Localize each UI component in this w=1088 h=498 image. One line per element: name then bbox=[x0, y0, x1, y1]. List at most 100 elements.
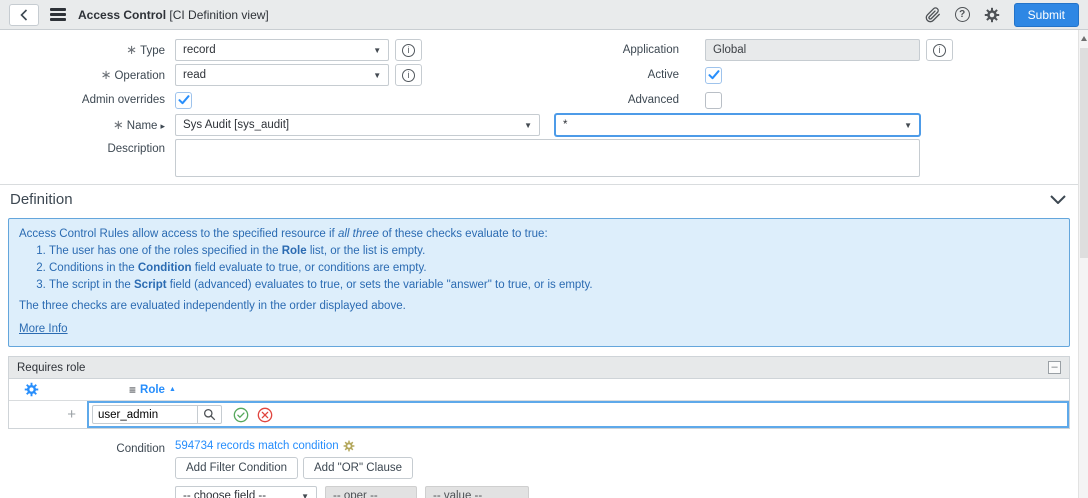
help-button[interactable]: ? bbox=[955, 7, 970, 22]
info-item-role: The user has one of the roles specified … bbox=[49, 244, 1059, 259]
name-field-select[interactable]: * ▼ bbox=[555, 114, 920, 136]
row-description: Description bbox=[0, 139, 1078, 177]
row-type-application: ∗Type record ▼ i Application i bbox=[0, 39, 1078, 61]
condition-label: Condition bbox=[0, 440, 175, 455]
chevron-down-icon: ▼ bbox=[301, 492, 309, 498]
requires-role-title: Requires role bbox=[17, 362, 85, 374]
chevron-down-icon: ▼ bbox=[373, 46, 381, 55]
type-select-value: record bbox=[183, 44, 216, 56]
records-match-link[interactable]: 594734 records match condition bbox=[175, 440, 339, 452]
name-field-value: * bbox=[563, 119, 567, 131]
personalize-form-button[interactable] bbox=[984, 7, 1000, 23]
collapse-list-button[interactable]: – bbox=[1048, 361, 1061, 374]
chevron-down-icon: ▼ bbox=[373, 71, 381, 80]
definition-section-title: Definition bbox=[10, 191, 73, 208]
type-select[interactable]: record ▼ bbox=[175, 39, 389, 61]
type-label: ∗Type bbox=[0, 42, 175, 58]
sort-ascending-icon: ▲ bbox=[169, 386, 176, 393]
page-title-view: [CI Definition view] bbox=[169, 8, 268, 22]
check-icon bbox=[708, 70, 720, 80]
info-intro: Access Control Rules allow access to the… bbox=[19, 227, 1059, 242]
scroll-up-icon[interactable] bbox=[1081, 36, 1087, 41]
list-personalize-button[interactable] bbox=[9, 382, 129, 397]
operation-label: ∗Operation bbox=[0, 67, 175, 83]
active-label: Active bbox=[422, 69, 692, 81]
chevron-down-icon: ▼ bbox=[524, 121, 532, 130]
type-info-button[interactable]: i bbox=[395, 39, 422, 61]
operation-select-value: read bbox=[183, 69, 206, 81]
name-table-value: Sys Audit [sys_audit] bbox=[183, 119, 289, 131]
operation-info-button[interactable]: i bbox=[395, 64, 422, 86]
description-label: Description bbox=[0, 139, 175, 155]
mandatory-icon: ∗ bbox=[113, 117, 124, 132]
info-icon: i bbox=[402, 44, 415, 57]
row-operation-active: ∗Operation read ▼ i Active bbox=[0, 64, 1078, 86]
requires-role-list: Requires role – ≡ Role ▲ + bbox=[8, 356, 1070, 429]
vertical-scrollbar[interactable] bbox=[1078, 30, 1088, 498]
choose-field-value: -- choose field -- bbox=[183, 490, 266, 498]
name-table-select[interactable]: Sys Audit [sys_audit] ▼ bbox=[175, 114, 540, 136]
role-value-input[interactable] bbox=[92, 405, 198, 424]
description-field[interactable] bbox=[175, 139, 920, 177]
cancel-edit-button[interactable] bbox=[257, 407, 273, 423]
role-edit-row: + bbox=[9, 401, 1069, 428]
mandatory-icon: ∗ bbox=[101, 67, 112, 82]
form-body: ∗Type record ▼ i Application i ∗Operatio… bbox=[0, 30, 1078, 498]
x-circle-icon bbox=[257, 407, 273, 423]
name-label: ∗Name▸ bbox=[0, 117, 175, 133]
admin-overrides-checkbox[interactable] bbox=[175, 92, 192, 109]
gear-icon bbox=[24, 382, 39, 397]
check-circle-icon bbox=[233, 407, 249, 423]
chevron-down-icon bbox=[1050, 195, 1066, 204]
role-column-label: Role bbox=[140, 384, 165, 396]
submit-button-top[interactable]: Submit bbox=[1014, 3, 1079, 27]
advanced-label: Advanced bbox=[422, 94, 692, 106]
advanced-checkbox[interactable] bbox=[705, 92, 722, 109]
choose-field-select[interactable]: -- choose field -- ▼ bbox=[175, 486, 317, 498]
mandatory-icon: ∗ bbox=[126, 42, 137, 57]
add-row-button[interactable]: + bbox=[9, 401, 87, 428]
application-field[interactable] bbox=[705, 39, 920, 61]
row-name: ∗Name▸ Sys Audit [sys_audit] ▼ * ▼ bbox=[0, 114, 1078, 136]
question-icon: ? bbox=[955, 7, 970, 22]
admin-overrides-label: Admin overrides bbox=[0, 94, 175, 106]
application-label: Application bbox=[422, 44, 692, 56]
operator-field bbox=[325, 486, 417, 498]
confirm-edit-button[interactable] bbox=[233, 407, 249, 423]
operation-select[interactable]: read ▼ bbox=[175, 64, 389, 86]
page-title: Access Control [CI Definition view] bbox=[78, 8, 269, 22]
info-item-condition: Conditions in the Condition field evalua… bbox=[49, 261, 1059, 276]
paperclip-icon bbox=[925, 7, 941, 23]
role-column-header[interactable]: ≡ Role ▲ bbox=[129, 383, 176, 397]
add-filter-condition-button[interactable]: Add Filter Condition bbox=[175, 457, 298, 479]
info-icon: i bbox=[933, 44, 946, 57]
info-item-script: The script in the Script field (advanced… bbox=[49, 278, 1059, 293]
role-edit-cell bbox=[87, 401, 1069, 428]
info-icon: i bbox=[402, 69, 415, 82]
info-footer: The three checks are evaluated independe… bbox=[19, 299, 1059, 314]
scrollbar-thumb[interactable] bbox=[1080, 48, 1088, 258]
check-icon bbox=[178, 95, 190, 105]
more-info-link[interactable]: More Info bbox=[19, 322, 68, 337]
value-field bbox=[425, 486, 529, 498]
row-adminoverrides-advanced: Admin overrides Advanced bbox=[0, 89, 1078, 111]
add-or-clause-button[interactable]: Add "OR" Clause bbox=[303, 457, 413, 479]
gear-icon bbox=[984, 7, 1000, 23]
chevron-left-icon bbox=[20, 9, 28, 21]
acl-info-message: Access Control Rules allow access to the… bbox=[8, 218, 1070, 347]
expand-reference-icon[interactable]: ▸ bbox=[160, 121, 165, 131]
active-checkbox[interactable] bbox=[705, 67, 722, 84]
column-menu-icon: ≡ bbox=[129, 383, 136, 397]
application-info-button[interactable]: i bbox=[926, 39, 953, 61]
definition-collapse-button[interactable] bbox=[1050, 195, 1066, 204]
search-icon bbox=[203, 408, 216, 421]
page-title-main: Access Control bbox=[78, 8, 166, 22]
chevron-down-icon: ▼ bbox=[904, 121, 912, 130]
run-filter-gear-icon[interactable] bbox=[343, 440, 355, 452]
form-header-bar: Access Control [CI Definition view] ? Su… bbox=[0, 0, 1088, 30]
back-button[interactable] bbox=[9, 4, 39, 26]
attachment-button[interactable] bbox=[925, 7, 941, 23]
condition-section: Condition 594734 records match condition… bbox=[0, 440, 1078, 498]
context-menu-icon[interactable] bbox=[50, 8, 66, 21]
role-lookup-button[interactable] bbox=[197, 405, 222, 424]
